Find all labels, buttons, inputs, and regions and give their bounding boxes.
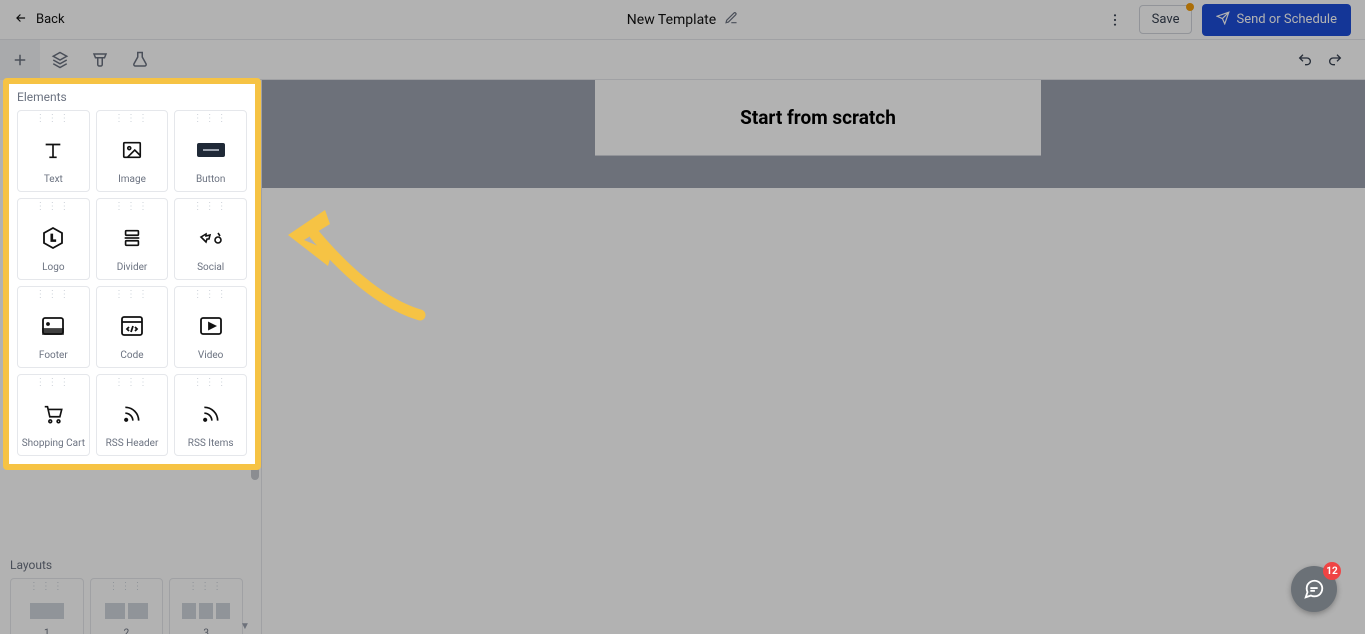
save-button[interactable]: Save	[1139, 5, 1193, 34]
cart-icon	[42, 389, 64, 438]
drag-handle-icon: ⋮⋮⋮	[188, 583, 224, 593]
element-label: Logo	[42, 262, 64, 279]
redo-button[interactable]	[1321, 46, 1349, 74]
layouts-section: Layouts ⋮⋮⋮ 1 ⋮⋮⋮ 2 ⋮⋮⋮ 3 ⋮⋮⋮ ⋮⋮	[0, 550, 253, 634]
element-label: RSS Header	[106, 438, 159, 455]
layout-preview	[105, 593, 148, 628]
chat-button[interactable]: 12	[1291, 566, 1337, 612]
layout-3col[interactable]: ⋮⋮⋮ 3	[169, 578, 243, 634]
divider-icon	[121, 213, 143, 262]
history-controls	[1291, 46, 1365, 74]
elements-panel: Elements ⋮⋮⋮ Text ⋮⋮⋮ Image ⋮⋮⋮ Button ⋮⋮⋮ L Log…	[3, 78, 261, 470]
canvas-heading: Start from scratch	[740, 106, 896, 129]
text-icon	[42, 125, 64, 174]
element-text[interactable]: ⋮⋮⋮ Text	[17, 110, 90, 192]
drag-handle-icon: ⋮⋮⋮	[35, 203, 71, 213]
drag-handle-icon: ⋮⋮⋮	[193, 379, 229, 389]
element-social[interactable]: ⋮⋮⋮ Social	[174, 198, 247, 280]
pencil-icon	[724, 11, 738, 29]
drag-handle-icon: ⋮⋮⋮	[114, 291, 150, 301]
element-label: RSS Items	[188, 438, 234, 455]
element-label: Footer	[39, 350, 68, 367]
add-element-tab[interactable]	[0, 40, 40, 80]
drag-handle-icon: ⋮⋮⋮	[193, 115, 229, 125]
image-icon	[121, 125, 143, 174]
layout-label: 2	[124, 628, 130, 634]
drag-handle-icon: ⋮⋮⋮	[114, 203, 150, 213]
drag-handle-icon: ⋮⋮⋮	[29, 583, 65, 593]
send-button[interactable]: Send or Schedule	[1202, 4, 1351, 36]
chat-badge: 12	[1323, 562, 1341, 580]
styles-tab[interactable]	[80, 40, 120, 80]
layouts-title: Layouts	[10, 558, 243, 572]
scroll-down-icon[interactable]: ▼	[240, 621, 250, 632]
more-menu-icon[interactable]	[1101, 6, 1129, 34]
element-label: Button	[196, 174, 225, 191]
back-label: Back	[36, 12, 65, 27]
drag-handle-icon: ⋮⋮⋮	[108, 583, 144, 593]
annotation-arrow	[270, 190, 440, 330]
element-label: Code	[120, 350, 143, 367]
save-label: Save	[1152, 12, 1180, 27]
element-rss[interactable]: ⋮⋮⋮ RSS Items	[174, 374, 247, 456]
undo-button[interactable]	[1291, 46, 1319, 74]
video-icon	[199, 301, 223, 350]
send-label: Send or Schedule	[1236, 12, 1337, 27]
layout-preview	[30, 593, 64, 628]
code-icon	[120, 301, 144, 350]
unsaved-indicator	[1186, 3, 1194, 11]
elements-title: Elements	[17, 90, 247, 104]
element-cart[interactable]: ⋮⋮⋮ Shopping Cart	[17, 374, 90, 456]
title-area[interactable]: New Template	[627, 11, 738, 29]
svg-text:L: L	[51, 234, 56, 244]
editor-toolbar	[0, 40, 1365, 80]
element-label: Divider	[117, 262, 148, 279]
drag-handle-icon: ⋮⋮⋮	[193, 291, 229, 301]
element-divider[interactable]: ⋮⋮⋮ Divider	[96, 198, 169, 280]
back-button[interactable]: Back	[0, 11, 79, 29]
element-label: Social	[197, 262, 224, 279]
send-icon	[1216, 11, 1230, 29]
test-tab[interactable]	[120, 40, 160, 80]
template-title: New Template	[627, 12, 716, 28]
drag-handle-icon: ⋮⋮⋮	[35, 379, 71, 389]
element-label: Video	[198, 350, 223, 367]
element-rss[interactable]: ⋮⋮⋮ RSS Header	[96, 374, 169, 456]
element-code[interactable]: ⋮⋮⋮ Code	[96, 286, 169, 368]
canvas-title-card: Start from scratch	[595, 80, 1041, 156]
element-logo[interactable]: ⋮⋮⋮ L Logo	[17, 198, 90, 280]
logo-icon: L	[41, 213, 65, 262]
element-label: Text	[44, 174, 63, 191]
layout-label: 1	[44, 628, 50, 634]
element-footer[interactable]: ⋮⋮⋮ Footer	[17, 286, 90, 368]
element-label: Shopping Cart	[22, 438, 85, 455]
button-icon	[197, 125, 225, 174]
header-actions: Save Send or Schedule	[1101, 4, 1365, 36]
footer-icon	[41, 301, 65, 350]
social-icon	[198, 213, 224, 262]
element-button[interactable]: ⋮⋮⋮ Button	[174, 110, 247, 192]
drag-handle-icon: ⋮⋮⋮	[35, 291, 71, 301]
element-label: Image	[118, 174, 146, 191]
drag-handle-icon: ⋮⋮⋮	[114, 115, 150, 125]
element-image[interactable]: ⋮⋮⋮ Image	[96, 110, 169, 192]
element-video[interactable]: ⋮⋮⋮ Video	[174, 286, 247, 368]
layout-label: 3	[203, 628, 209, 634]
drag-handle-icon: ⋮⋮⋮	[35, 115, 71, 125]
drag-handle-icon: ⋮⋮⋮	[193, 203, 229, 213]
rss-icon	[201, 389, 221, 438]
layout-1col[interactable]: ⋮⋮⋮ 1	[10, 578, 84, 634]
header-bar: Back New Template Save Send or Schedule	[0, 0, 1365, 40]
layout-2col[interactable]: ⋮⋮⋮ 2	[90, 578, 164, 634]
rss-icon	[122, 389, 142, 438]
layout-preview	[182, 593, 230, 628]
drag-handle-icon: ⋮⋮⋮	[114, 379, 150, 389]
layers-tab[interactable]	[40, 40, 80, 80]
arrow-left-icon	[14, 11, 28, 29]
